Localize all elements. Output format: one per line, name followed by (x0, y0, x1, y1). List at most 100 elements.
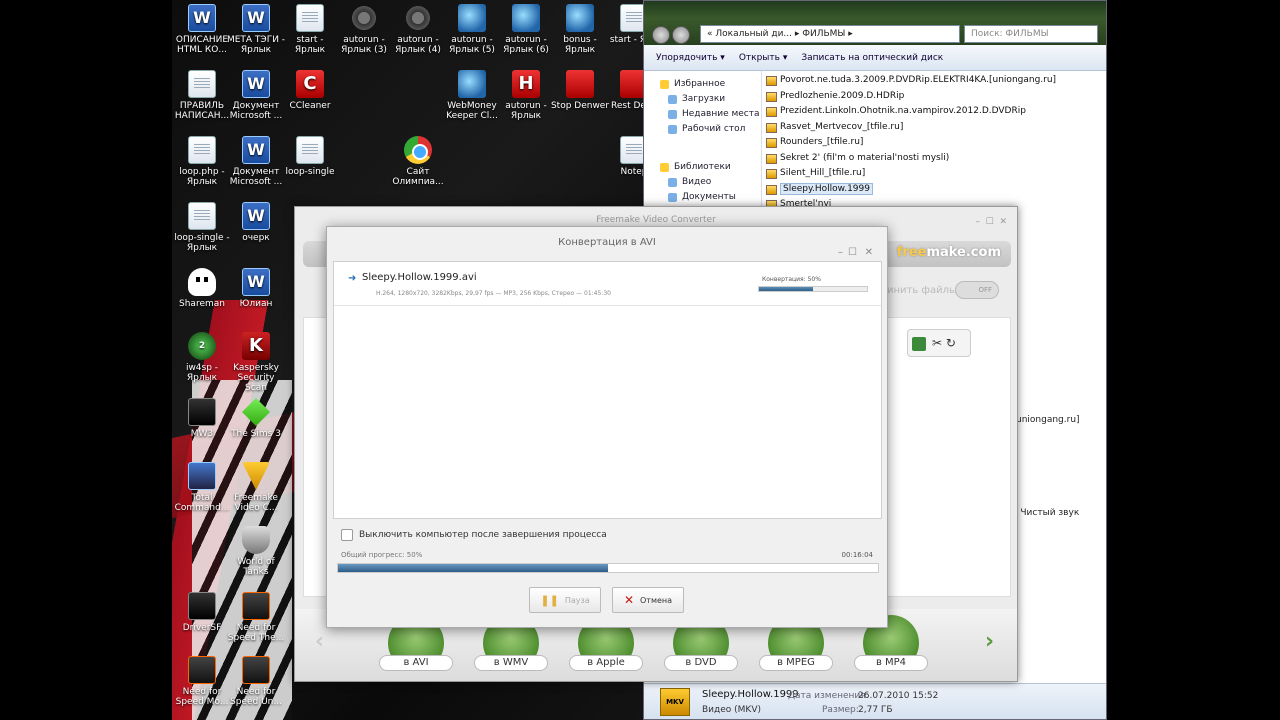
job-filename: Sleepy.Hollow.1999.avi (362, 272, 477, 283)
nav-item[interactable]: Загрузки (644, 92, 761, 107)
nav-item[interactable] (644, 137, 761, 152)
desktop-shortcut[interactable]: loop-single - Ярлык (172, 202, 232, 264)
desktop-shortcut-label: Документ Microsoft ... (229, 101, 283, 121)
desktop-shortcut[interactable]: W Документ Microsoft ... (226, 136, 286, 198)
scroll-left-icon[interactable]: ‹ (315, 629, 324, 654)
scissors-icon[interactable]: ✂ ↻ (932, 336, 956, 350)
nav-item-label: Рабочий стол (682, 124, 746, 134)
file-item[interactable]: Silent_Hill_[tfile.ru] (764, 166, 1104, 182)
bonus-icon (566, 4, 594, 32)
nav-item[interactable]: Избранное (644, 77, 761, 92)
desktop-shortcut[interactable]: C CCleaner (280, 70, 340, 132)
desktop-shortcut[interactable]: autorun - Ярлык (4) (388, 4, 448, 66)
video-file-icon (766, 107, 777, 117)
desktop-shortcut[interactable]: autorun - Ярлык (5) (442, 4, 502, 66)
desktop-shortcut[interactable]: World of Tanks (226, 526, 286, 588)
details-date: 26.07.2010 15:52 (858, 691, 939, 701)
desktop-shortcut[interactable]: Need for Speed Un... (226, 656, 286, 718)
desktop-shortcut[interactable]: WebMoney Keeper Cl... (442, 70, 502, 132)
window-controls[interactable]: – ☐ ✕ (975, 217, 1007, 227)
desktop-shortcut[interactable]: MW3 (172, 398, 232, 460)
desktop-shortcut[interactable]: W Юлиан (226, 268, 286, 330)
autorun-h-icon: H (512, 70, 540, 98)
desktop-shortcut[interactable]: start - Ярлык (280, 4, 340, 66)
nfs-mw-icon (188, 656, 216, 684)
organize-button[interactable]: Упорядочить ▾ (656, 53, 725, 63)
desktop-shortcut[interactable]: bonus - Ярлык (550, 4, 610, 66)
desktop-shortcut-label: autorun - Ярлык (3) (341, 35, 387, 55)
nav-item[interactable]: Документы (644, 190, 761, 205)
cancel-button[interactable]: ✕ Отмена (612, 587, 684, 613)
nav-item-label: Избранное (674, 79, 726, 89)
file-item[interactable]: Povorot.ne.tuda.3.2009.P.DVDRip.ELEKTRI4… (764, 73, 1104, 89)
desktop-shortcut[interactable]: W МЕТА ТЭГИ - Ярлык (226, 4, 286, 66)
desktop-shortcut[interactable]: W ОПИСАНИЕ HTML КО... (172, 4, 232, 66)
join-toggle[interactable]: OFF (955, 281, 999, 299)
shutdown-label: Выключить компьютер после завершения про… (359, 530, 607, 540)
desktop-shortcut[interactable]: K Kaspersky Security Scan (226, 332, 286, 394)
play-icon[interactable] (912, 337, 926, 351)
desktop-shortcut[interactable]: Сайт Олимпиа... (388, 136, 448, 198)
file-item[interactable]: Rounders_[tfile.ru] (764, 135, 1104, 151)
file-item[interactable]: Sleepy.Hollow.1999 (764, 182, 1104, 198)
sims3-icon (242, 398, 270, 426)
desktop-shortcut[interactable]: autorun - Ярлык (6) (496, 4, 556, 66)
desktop-shortcut-label: Юлиан (239, 299, 273, 309)
folder-icon (668, 193, 677, 202)
open-button[interactable]: Открыть ▾ (739, 53, 788, 63)
desktop-shortcut[interactable]: Stop Denwer (550, 70, 610, 132)
desktop-shortcut[interactable]: Need for Speed The... (226, 592, 286, 654)
desktop-shortcut[interactable]: loop-single (280, 136, 340, 198)
arrow-right-icon: ➜ (348, 273, 357, 284)
back-button[interactable] (652, 26, 670, 44)
desktop-shortcut[interactable]: DriverSF (172, 592, 232, 654)
desktop-shortcut-label: Shareman (179, 299, 225, 309)
document-word2-icon: W (242, 136, 270, 164)
autorun3-icon (350, 4, 378, 32)
nav-item[interactable]: Недавние места (644, 107, 761, 122)
edit-tools[interactable]: ✂ ↻ (907, 329, 971, 357)
video-file-icon (766, 184, 777, 195)
desktop-shortcut[interactable]: 2 iw4sp - Ярлык (172, 332, 232, 394)
burn-button[interactable]: Записать на оптический диск (801, 53, 943, 63)
search-input[interactable]: Поиск: ФИЛЬМЫ (964, 25, 1098, 43)
forward-button[interactable] (672, 26, 690, 44)
folder-icon (668, 110, 677, 119)
shutdown-option[interactable]: Выключить компьютер после завершения про… (341, 529, 607, 541)
desktop-shortcut[interactable]: Wочерк (226, 202, 286, 264)
desktop-shortcut-label: ОПИСАНИЕ HTML КО... (175, 35, 229, 55)
scroll-right-icon[interactable]: › (985, 629, 994, 654)
desktop-shortcut[interactable]: loop.php - Ярлык (172, 136, 232, 198)
desktop-shortcut[interactable]: The Sims 3 (226, 398, 286, 460)
start-shortcut-icon (296, 4, 324, 32)
desktop-shortcut[interactable]: W Документ Microsoft ... (226, 70, 286, 132)
nav-item[interactable]: Рабочий стол (644, 122, 761, 137)
nav-item[interactable]: Библиотеки (644, 160, 761, 175)
shutdown-checkbox[interactable] (341, 529, 353, 541)
desktop-shortcut-label: MW3 (190, 429, 214, 439)
star-icon (660, 80, 669, 89)
pause-icon: ❚❚ (540, 593, 559, 607)
list-item[interactable]: ➜ Sleepy.Hollow.1999.avi H.264, 1280x720… (334, 262, 881, 306)
mw3-icon (188, 398, 216, 426)
world-of-tanks-icon (242, 526, 270, 554)
file-item[interactable]: Rasvet_Mertvecov_[tfile.ru] (764, 120, 1104, 136)
desktop-shortcut[interactable]: Need for Speed Mo... (172, 656, 232, 718)
desktop-shortcut[interactable]: Total Command... (172, 462, 232, 524)
address-bar[interactable]: « Локальный ди... ▸ ФИЛЬМЫ ▸ (700, 25, 960, 43)
desktop-shortcut[interactable]: Freemake Video C... (226, 462, 286, 524)
file-name: Rasvet_Mertvecov_[tfile.ru] (780, 121, 904, 132)
details-type: Видео (MKV) (702, 705, 761, 715)
nav-item[interactable]: Видео (644, 175, 761, 190)
desktop-shortcut-label: Документ Microsoft ... (229, 167, 283, 187)
file-item[interactable]: Sekret 2' (fil'm o material'nosti mysli) (764, 151, 1104, 167)
desktop-shortcut[interactable]: Shareman (172, 268, 232, 330)
pause-button[interactable]: ❚❚ Пауза (529, 587, 601, 613)
desktop-shortcut[interactable]: ПРАВИЛЬ НАПИСАН... (172, 70, 232, 132)
file-list: Povorot.ne.tuda.3.2009.P.DVDRip.ELEKTRI4… (764, 73, 1104, 213)
file-item[interactable]: Predlozhenie.2009.D.HDRip (764, 89, 1104, 105)
desktop-shortcut[interactable]: Hautorun - Ярлык (496, 70, 556, 132)
video-file-icon (766, 169, 777, 179)
desktop-shortcut[interactable]: autorun - Ярлык (3) (334, 4, 394, 66)
file-item[interactable]: Prezident.Linkoln.Ohotnik.na.vampirov.20… (764, 104, 1104, 120)
